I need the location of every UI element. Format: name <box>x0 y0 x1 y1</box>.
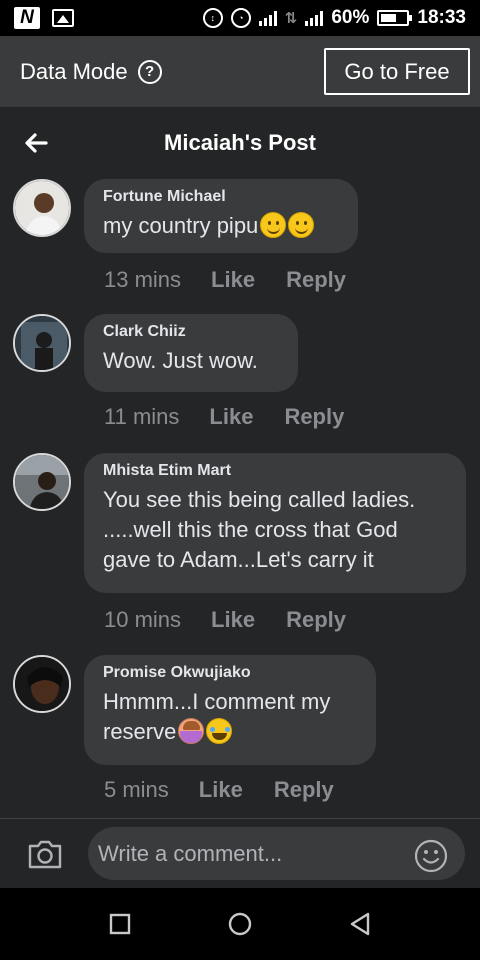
comment-text: Hmmm...I comment my reserve <box>103 687 358 747</box>
home-circle-icon[interactable] <box>220 904 260 944</box>
comment-text-line: Hmmm...I comment my <box>103 689 331 714</box>
smile-emoji-icon <box>260 212 287 238</box>
comment-meta: 11 mins Like Reply <box>104 404 344 430</box>
comment-author[interactable]: Fortune Michael <box>103 187 340 207</box>
woman-gesturing-emoji-icon <box>178 718 205 744</box>
arrow-left-icon[interactable] <box>22 129 50 157</box>
header: Micaiah's Post <box>0 107 480 179</box>
help-icon[interactable]: ? <box>137 59 162 84</box>
comment-text-content: my country pipu <box>103 213 259 238</box>
comment-text: You see this being called ladies. .....w… <box>103 485 448 575</box>
comment-meta: 13 mins Like Reply <box>104 267 346 293</box>
emoji-icon[interactable] <box>414 839 448 873</box>
data-mode-label-group[interactable]: Data Mode ? <box>20 59 162 85</box>
data-mode-label: Data Mode <box>20 58 128 84</box>
battery-percent: 60% <box>331 7 370 28</box>
comment-author[interactable]: Mhista Etim Mart <box>103 461 448 481</box>
laughing-tears-emoji-icon <box>206 718 233 744</box>
post-comments-screen: Micaiah's Post Fortune Michael my countr… <box>0 107 480 888</box>
reply-button[interactable]: Reply <box>284 404 344 430</box>
signal-icon <box>258 10 277 26</box>
comment-text-line: .....well this the cross that God <box>103 517 398 542</box>
comment-text: my country pipu <box>103 211 340 241</box>
gallery-icon <box>52 9 74 27</box>
clock: 18:33 <box>417 7 466 28</box>
comment-bubble[interactable]: Promise Okwujiako Hmmm...I comment my re… <box>84 655 376 765</box>
comment-author[interactable]: Clark Chiiz <box>103 322 280 342</box>
alarm-icon: ◔ <box>230 8 251 28</box>
comment-time: 11 mins <box>104 404 180 429</box>
comment-input[interactable] <box>88 827 465 880</box>
avatar[interactable] <box>13 314 71 372</box>
recents-square-icon[interactable] <box>100 904 140 944</box>
like-button[interactable]: Like <box>209 404 253 430</box>
smile-emoji-icon <box>288 212 315 238</box>
avatar[interactable] <box>13 179 71 237</box>
data-saver-icon: ↕ <box>202 8 223 28</box>
data-mode-bar: Data Mode ? Go to Free <box>0 36 480 107</box>
reply-button[interactable]: Reply <box>286 267 346 293</box>
n-app-icon: N <box>14 7 40 29</box>
comment-time: 5 mins <box>104 777 169 802</box>
comment-time: 13 mins <box>104 267 182 292</box>
comment-meta: 10 mins Like Reply <box>104 607 346 633</box>
comment-text-line: gave to Adam...Let's carry it <box>103 547 374 572</box>
comment-text-line-2: reserve <box>103 717 358 747</box>
comment-author[interactable]: Promise Okwujiako <box>103 663 358 683</box>
comment-text: Wow. Just wow. <box>103 348 258 373</box>
like-button[interactable]: Like <box>211 267 255 293</box>
comment-bubble[interactable]: Fortune Michael my country pipu <box>84 179 358 253</box>
comment-bubble[interactable]: Mhista Etim Mart You see this being call… <box>84 453 466 593</box>
reply-button[interactable]: Reply <box>286 607 346 633</box>
system-nav-bar <box>0 888 480 960</box>
signal-icon-2 <box>305 10 324 26</box>
battery-icon <box>377 10 413 26</box>
page-title: Micaiah's Post <box>164 130 316 155</box>
comment-composer <box>0 819 480 888</box>
like-button[interactable]: Like <box>211 607 255 633</box>
back-triangle-icon[interactable] <box>340 904 380 944</box>
comment-bubble[interactable]: Clark Chiiz Wow. Just wow. <box>84 314 298 392</box>
avatar[interactable] <box>13 655 71 713</box>
comment-meta: 5 mins Like Reply <box>104 777 334 803</box>
go-to-free-button[interactable]: Go to Free <box>324 48 470 95</box>
data-arrows-icon: ⇅ <box>284 10 298 27</box>
like-button[interactable]: Like <box>199 777 243 803</box>
camera-icon[interactable] <box>27 838 63 870</box>
reply-button[interactable]: Reply <box>274 777 334 803</box>
comment-time: 10 mins <box>104 607 182 632</box>
comment-text-content: reserve <box>103 719 177 744</box>
status-bar: N ↕ ◔ ⇅ 60% 18:33 <box>0 0 480 36</box>
comment-text-line: You see this being called ladies. <box>103 487 416 512</box>
avatar[interactable] <box>13 453 71 511</box>
